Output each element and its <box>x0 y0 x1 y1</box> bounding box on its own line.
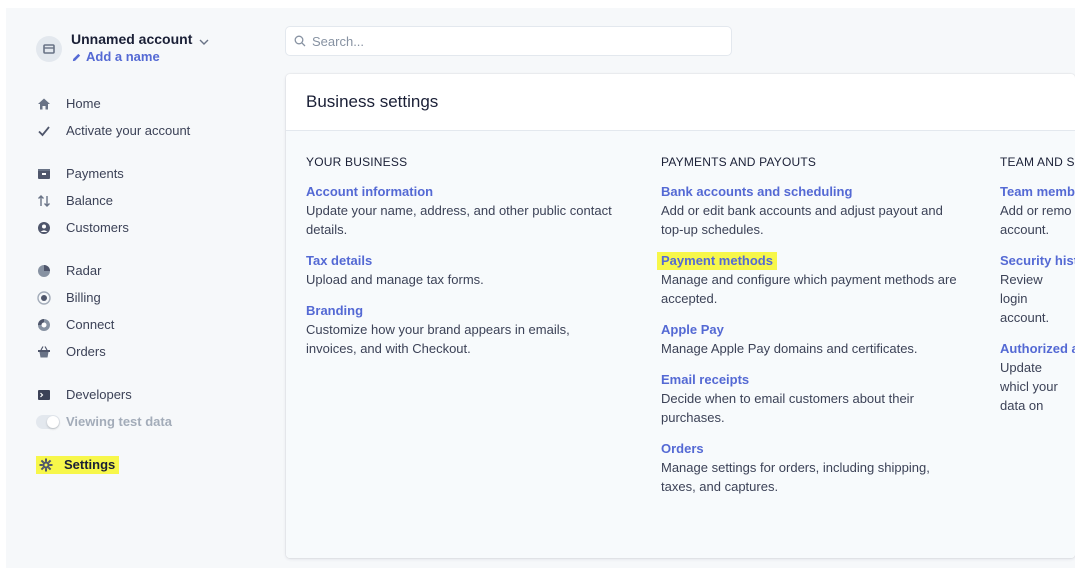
page-title: Business settings <box>306 92 439 111</box>
sidebar-item-developers[interactable]: Developers <box>36 381 266 408</box>
business-settings-card: Business settings YOUR BUSINESS Account … <box>286 74 1075 558</box>
settings-entry: Branding Customize how your brand appear… <box>306 302 636 358</box>
pencil-icon <box>72 53 81 61</box>
sidebar-item-label: Developers <box>66 387 132 402</box>
email-receipts-link[interactable]: Email receipts <box>661 371 966 389</box>
sidebar-item-customers[interactable]: Customers <box>36 214 266 241</box>
search-icon <box>294 35 306 47</box>
entry-description: Update whicl your data on <box>1000 360 1058 413</box>
wallet-icon <box>36 166 52 182</box>
entry-description: Decide when to email customers about the… <box>661 391 914 425</box>
sidebar-item-label: Radar <box>66 263 102 278</box>
sidebar-item-orders[interactable]: Orders <box>36 338 266 365</box>
nav-group-products: Radar Billing Connect Orders <box>36 257 266 365</box>
column-heading: TEAM AND SE <box>1000 155 1075 169</box>
add-name-label: Add a name <box>86 49 160 64</box>
radar-icon <box>36 263 52 279</box>
sidebar-item-label: Settings <box>64 457 116 472</box>
settings-entry: Email receipts Decide when to email cust… <box>661 371 966 427</box>
branding-link[interactable]: Branding <box>306 302 636 320</box>
sidebar-item-label: Customers <box>66 220 129 235</box>
tax-details-link[interactable]: Tax details <box>306 252 636 270</box>
toggle-icon[interactable] <box>36 414 60 429</box>
sidebar-item-payments[interactable]: Payments <box>36 160 266 187</box>
sidebar-item-balance[interactable]: Balance <box>36 187 266 214</box>
search-input[interactable] <box>312 33 712 49</box>
orders-settings-link[interactable]: Orders <box>661 440 966 458</box>
test-data-label: Viewing test data <box>66 414 172 429</box>
nav-group-dev: Developers Viewing test data <box>36 381 266 435</box>
authorized-apps-link[interactable]: Authorized a <box>1000 340 1075 358</box>
sidebar-item-billing[interactable]: Billing <box>36 284 266 311</box>
entry-description: Upload and manage tax forms. <box>306 272 484 287</box>
account-information-link[interactable]: Account information <box>306 183 636 201</box>
gear-icon <box>38 457 54 473</box>
sidebar-item-label: Activate your account <box>66 123 191 138</box>
settings-entry: Tax details Upload and manage tax forms. <box>306 252 636 289</box>
billing-icon <box>36 290 52 306</box>
sidebar-item-connect[interactable]: Connect <box>36 311 266 338</box>
store-icon <box>36 36 62 62</box>
user-icon <box>36 220 52 236</box>
sidebar-item-label: Balance <box>66 193 113 208</box>
sidebar-item-label: Billing <box>66 290 101 305</box>
sidebar-item-label: Home <box>66 96 101 111</box>
sidebar-item-radar[interactable]: Radar <box>36 257 266 284</box>
settings-entry: Authorized a Update whicl your data on <box>1000 340 1075 415</box>
column-heading: PAYMENTS AND PAYOUTS <box>661 155 817 169</box>
sidebar-item-label: Connect <box>66 317 115 332</box>
security-history-link[interactable]: Security histo <box>1000 252 1075 270</box>
card-header: Business settings <box>286 74 1075 131</box>
nav-group-payments: Payments Balance Customers <box>36 160 266 241</box>
entry-description: Manage settings for orders, including sh… <box>661 460 930 494</box>
account-name[interactable]: Unnamed account <box>71 30 192 48</box>
sidebar-item-home[interactable]: Home <box>36 90 266 117</box>
entry-description: Update your name, address, and other pub… <box>306 203 612 237</box>
sidebar-item-label: Payments <box>66 166 124 181</box>
settings-entry: Team memb Add or remo account. <box>1000 183 1075 239</box>
settings-entry: Apple Pay Manage Apple Pay domains and c… <box>661 321 966 358</box>
settings-grid: YOUR BUSINESS Account information Update… <box>286 131 1075 558</box>
home-icon <box>36 96 52 112</box>
settings-entry: Orders Manage settings for orders, inclu… <box>661 440 966 496</box>
account-switcher[interactable]: Unnamed account Add a name <box>36 30 266 72</box>
entry-description: Customize how your brand appears in emai… <box>306 322 570 356</box>
sidebar-item-label: Orders <box>66 344 106 359</box>
orders-icon <box>36 344 52 360</box>
chevron-down-icon[interactable] <box>198 36 210 48</box>
checkmark-icon <box>36 123 52 139</box>
apple-pay-link[interactable]: Apple Pay <box>661 321 966 339</box>
app-window: Unnamed account Add a name Home Activate… <box>6 8 1075 568</box>
terminal-icon <box>36 387 52 403</box>
add-name-link[interactable]: Add a name <box>71 48 210 66</box>
settings-entry: Account information Update your name, ad… <box>306 183 636 239</box>
column-payments-and-payouts: PAYMENTS AND PAYOUTS Bank accounts and s… <box>657 155 966 509</box>
search-bar[interactable] <box>286 27 731 55</box>
column-team-and-security: TEAM AND SE Team memb Add or remo accoun… <box>1000 155 1075 428</box>
settings-entry: Bank accounts and scheduling Add or edit… <box>661 183 966 239</box>
test-data-toggle[interactable]: Viewing test data <box>36 408 266 435</box>
sidebar: Unnamed account Add a name Home Activate… <box>36 30 266 478</box>
arrows-icon <box>36 193 52 209</box>
sidebar-item-activate[interactable]: Activate your account <box>36 117 266 144</box>
bank-accounts-link[interactable]: Bank accounts and scheduling <box>661 183 966 201</box>
payment-methods-link[interactable]: Payment methods <box>657 252 777 270</box>
settings-entry: Payment methods Manage and configure whi… <box>657 252 966 308</box>
entry-description: Add or edit bank accounts and adjust pay… <box>661 203 943 237</box>
team-members-link[interactable]: Team memb <box>1000 183 1075 201</box>
sidebar-item-settings[interactable]: Settings <box>36 451 266 478</box>
column-heading: YOUR BUSINESS <box>306 155 408 169</box>
settings-entry: Security histo Review login account. <box>1000 252 1075 327</box>
entry-description: Manage and configure which payment metho… <box>661 272 957 306</box>
entry-description: Manage Apple Pay domains and certificate… <box>661 341 918 356</box>
entry-description: Add or remo account. <box>1000 203 1072 237</box>
column-your-business: YOUR BUSINESS Account information Update… <box>306 155 636 371</box>
nav-group-primary: Home Activate your account <box>36 90 266 144</box>
connect-icon <box>36 317 52 333</box>
entry-description: Review login account. <box>1000 272 1050 325</box>
